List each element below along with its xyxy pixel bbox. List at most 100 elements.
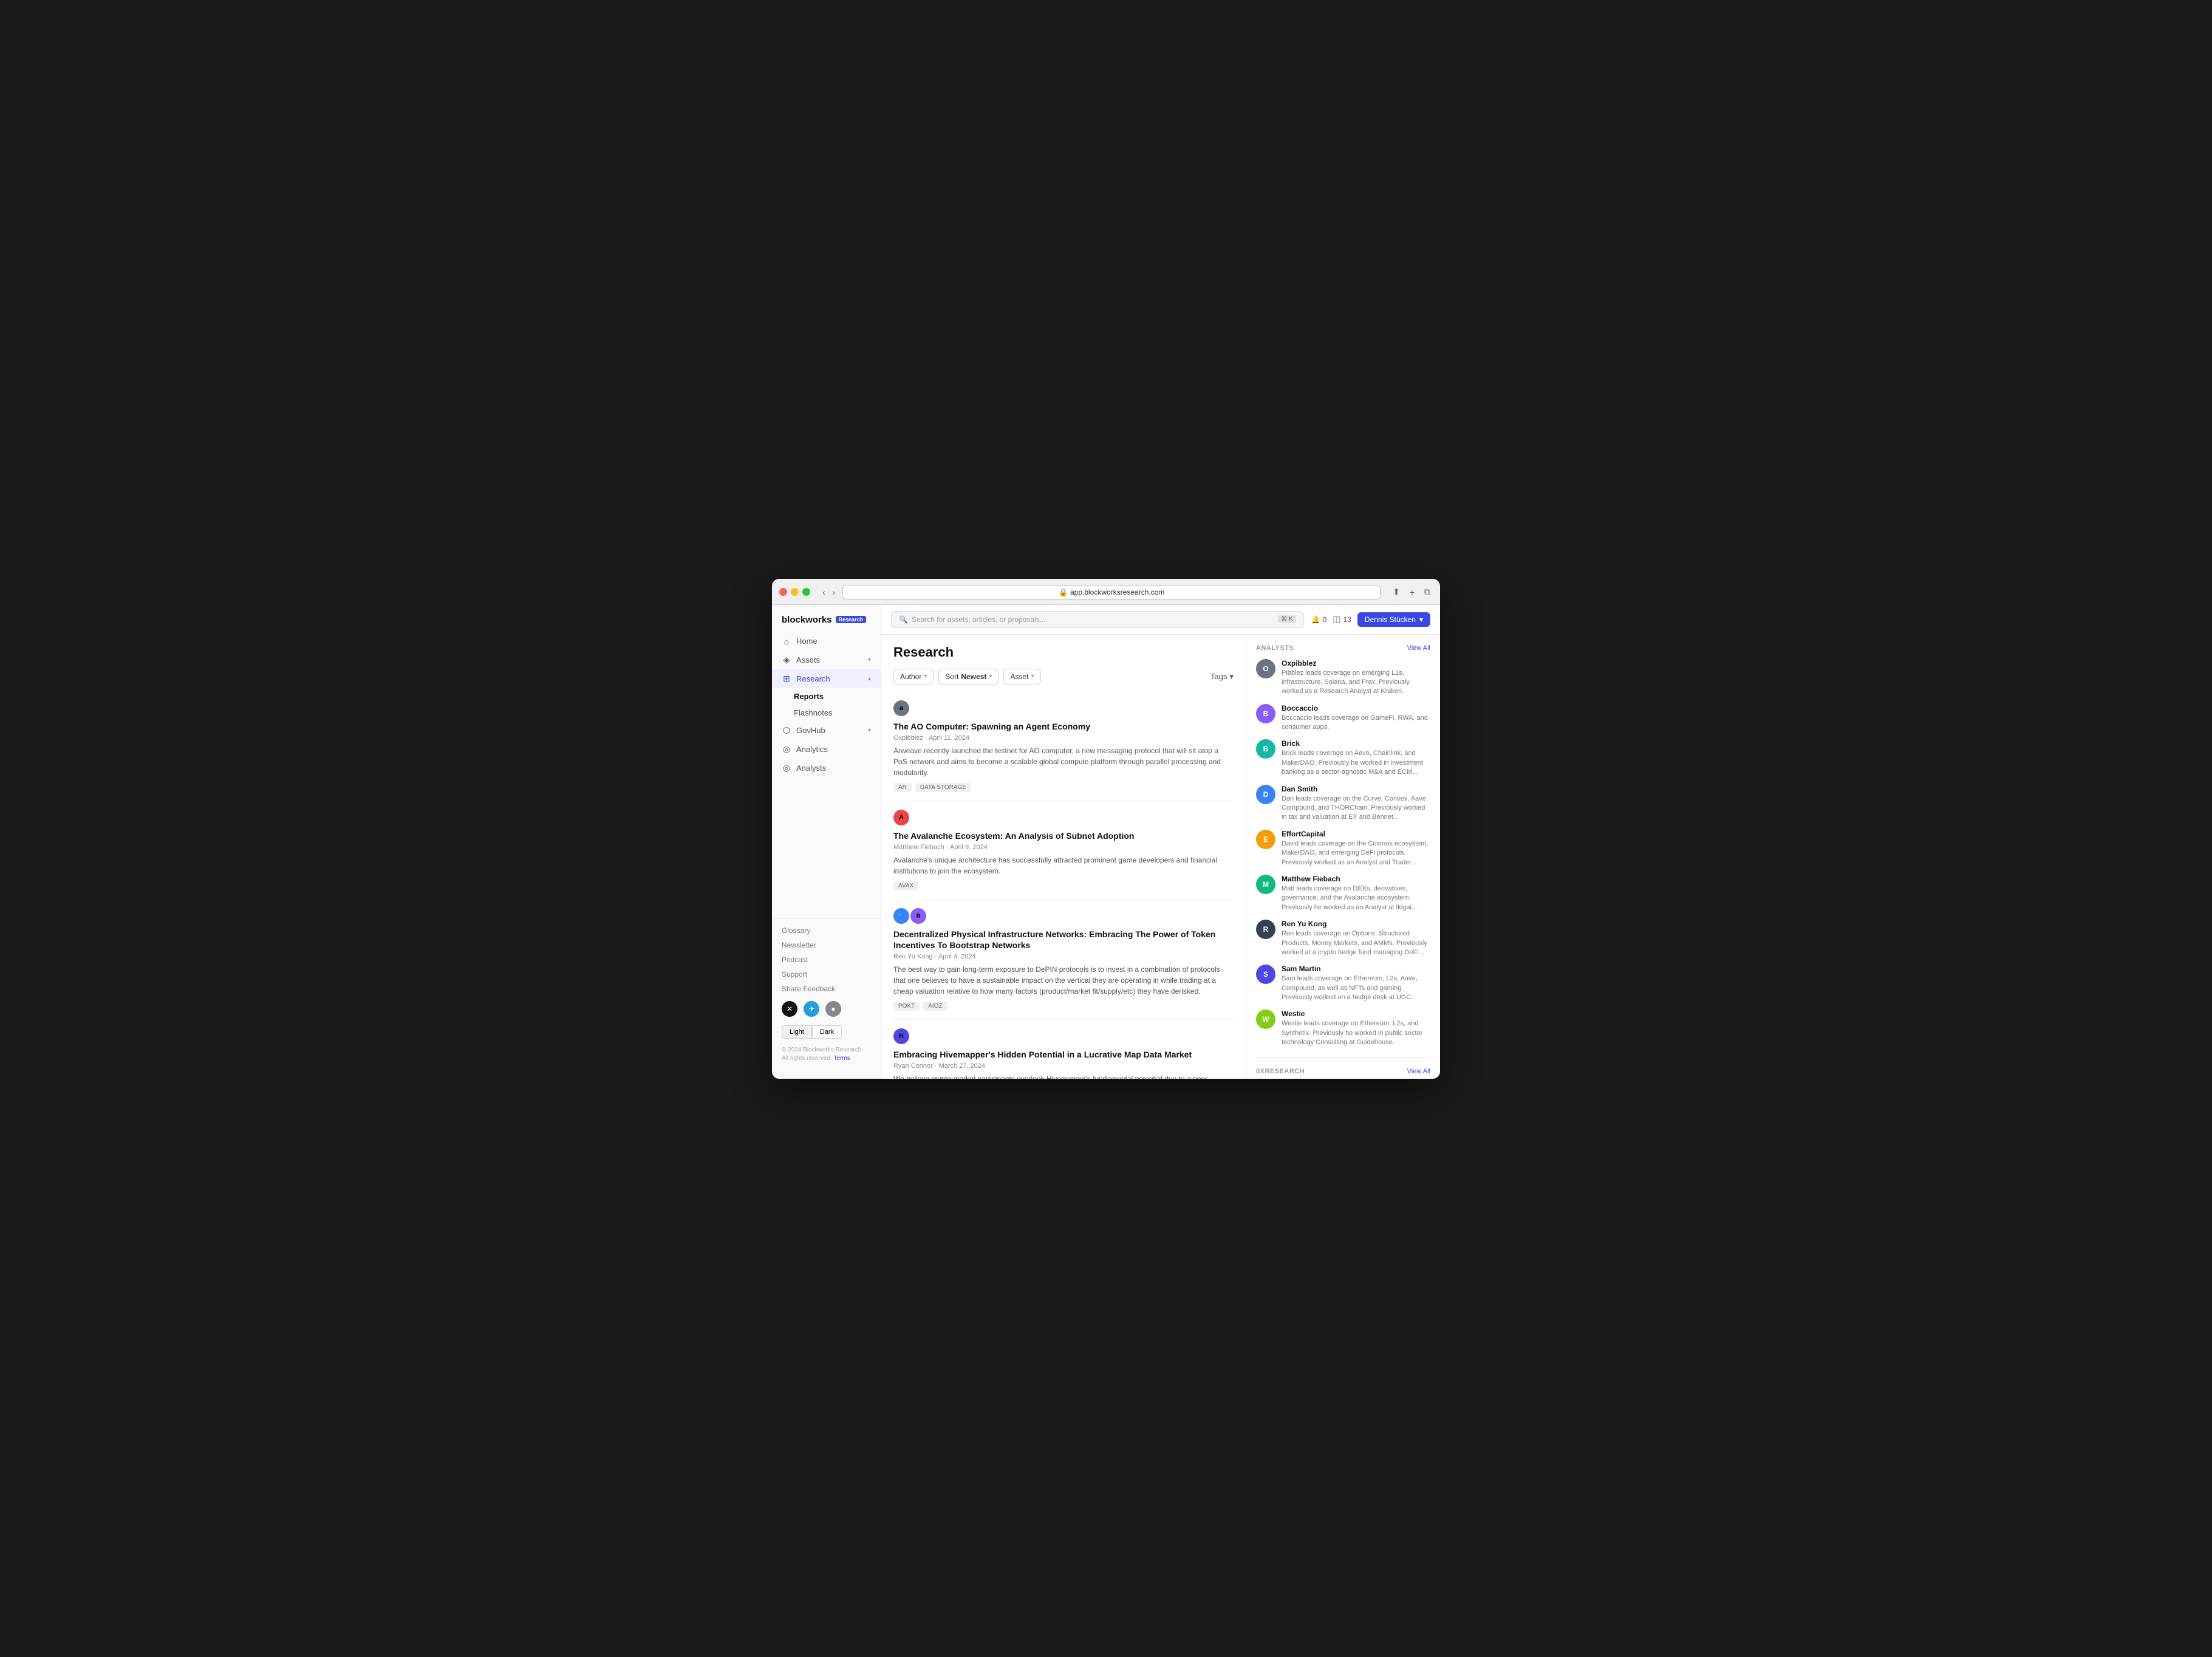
search-box[interactable]: 🔍 Search for assets, articles, or propos… — [891, 611, 1304, 628]
sort-filter-value: Newest — [961, 672, 986, 681]
sidebar-item-reports[interactable]: Reports — [772, 688, 881, 705]
tabs-button[interactable]: ⧉ — [1422, 586, 1433, 598]
forward-button[interactable]: › — [830, 586, 838, 598]
close-button[interactable] — [779, 588, 787, 596]
article-3-meta: Ren Yu Kong · April 4, 2024 — [893, 953, 1234, 960]
analyst-avatar-5: M — [1256, 875, 1275, 894]
bell-icon: 🔔 — [1311, 615, 1320, 624]
analyst-item-2: B Brick Brick leads coverage on Aevo, Ch… — [1256, 739, 1430, 777]
user-name: Dennis Stücken — [1365, 615, 1416, 624]
tags-arrow-icon: ▾ — [1229, 672, 1234, 682]
analyst-name-8[interactable]: Westie — [1282, 1010, 1430, 1018]
oxresearch-section-title: 0XRESEARCH — [1256, 1068, 1305, 1075]
new-tab-button[interactable]: + — [1407, 586, 1417, 598]
article-3-desc: The best way to gain long-term exposure … — [893, 964, 1234, 997]
analyst-avatar-7: S — [1256, 965, 1275, 984]
maximize-button[interactable] — [802, 588, 810, 596]
article-2-meta: Matthew Fiebach · April 9, 2024 — [893, 844, 1234, 851]
notifications-count: 0 — [1323, 615, 1327, 624]
terms-link[interactable]: Terms — [833, 1055, 850, 1062]
sort-filter-label: Sort — [945, 672, 958, 681]
tag-avax-2[interactable]: AVAX — [893, 881, 918, 890]
sidebar-share-feedback[interactable]: Share Feedback — [772, 982, 881, 996]
assets-chevron: ▾ — [868, 657, 871, 663]
analyst-name-6[interactable]: Ren Yu Kong — [1282, 920, 1430, 928]
sidebar-item-assets[interactable]: ◈ Assets ▾ — [772, 651, 881, 669]
analyst-avatar-1: B — [1256, 704, 1275, 723]
analyst-item-5: M Matthew Fiebach Matt leads coverage on… — [1256, 875, 1430, 912]
author-filter[interactable]: Author ▾ — [893, 669, 934, 685]
sidebar-newsletter[interactable]: Newsletter — [772, 938, 881, 952]
sort-filter-arrow: ▾ — [989, 673, 992, 680]
article-card-4: H Embracing Hivemapper's Hidden Potentia… — [893, 1020, 1234, 1078]
analyst-desc-1: Boccaccio leads coverage on GameFi, RWA,… — [1282, 714, 1430, 733]
top-bar: 🔍 Search for assets, articles, or propos… — [881, 605, 1440, 635]
analyst-item-3: D Dan Smith Dan leads coverage on the Cu… — [1256, 785, 1430, 822]
telegram-icon[interactable]: ✈ — [804, 1001, 819, 1017]
sidebar-item-research[interactable]: ⊞ Research ▴ — [772, 669, 881, 688]
tag-ar[interactable]: AR — [893, 783, 912, 792]
tags-button[interactable]: Tags ▾ — [1210, 672, 1234, 682]
sort-filter[interactable]: Sort Newest ▾ — [938, 669, 998, 685]
sidebar-item-analysts[interactable]: ◎ Analysts — [772, 759, 881, 777]
article-1-avatar: a — [893, 700, 909, 716]
social-links: ✕ ✈ ● — [772, 996, 881, 1022]
article-card-3: 🔷 R Decentralized Physical Infrastructur… — [893, 900, 1234, 1020]
credits-count: 13 — [1343, 615, 1351, 624]
sidebar-item-analytics[interactable]: ◎ Analytics — [772, 740, 881, 759]
analyst-desc-6: Ren leads coverage on Options, Structure… — [1282, 929, 1430, 957]
analyst-item-0: O Oxpibblez Pibblez leads coverage on em… — [1256, 659, 1430, 697]
article-4-avatar: H — [893, 1028, 909, 1044]
analyst-item-1: B Boccaccio Boccaccio leads coverage on … — [1256, 704, 1430, 733]
analyst-name-4[interactable]: EffortCapital — [1282, 830, 1430, 838]
analyst-avatar-2: B — [1256, 739, 1275, 759]
tag-aioz[interactable]: AIOZ — [923, 1002, 947, 1011]
back-button[interactable]: ‹ — [820, 586, 828, 598]
article-1-title[interactable]: The AO Computer: Spawning an Agent Econo… — [893, 721, 1234, 732]
theme-dark-button[interactable]: Dark — [812, 1025, 842, 1039]
oxresearch-view-all-button[interactable]: View All — [1407, 1068, 1430, 1075]
asset-filter[interactable]: Asset ▾ — [1003, 669, 1040, 685]
article-card-1: a The AO Computer: Spawning an Agent Eco… — [893, 692, 1234, 801]
sidebar-podcast[interactable]: Podcast — [772, 952, 881, 967]
article-3-avatar: 🔷 — [893, 908, 909, 924]
analyst-item-7: S Sam Martin Sam leads coverage on Ether… — [1256, 965, 1430, 1002]
nav-reports-label: Reports — [794, 692, 824, 701]
minimize-button[interactable] — [791, 588, 799, 596]
article-4-title[interactable]: Embracing Hivemapper's Hidden Potential … — [893, 1049, 1234, 1060]
article-3-tags: POKT AIOZ — [893, 1002, 1234, 1011]
sidebar-item-govhub[interactable]: ⬡ GovHub ▾ — [772, 721, 881, 740]
theme-light-button[interactable]: Light — [782, 1025, 812, 1039]
tag-pokt[interactable]: POKT — [893, 1002, 920, 1011]
analyst-name-1[interactable]: Boccaccio — [1282, 704, 1430, 712]
sidebar-item-flashnotes[interactable]: Flashnotes — [772, 705, 881, 721]
twitter-icon[interactable]: ✕ — [782, 1001, 797, 1017]
article-3-title[interactable]: Decentralized Physical Infrastructure Ne… — [893, 929, 1234, 951]
sidebar-item-home[interactable]: ⌂ Home — [772, 632, 881, 651]
filter-bar: Author ▾ Sort Newest ▾ Asset ▾ — [893, 669, 1234, 685]
credits-button[interactable]: ◫ 13 — [1333, 614, 1351, 624]
article-4-desc: We believe crypto market participants ov… — [893, 1073, 1234, 1078]
analyst-name-0[interactable]: Oxpibblez — [1282, 659, 1430, 668]
article-2-title[interactable]: The Avalanche Ecosystem: An Analysis of … — [893, 830, 1234, 841]
sidebar-support[interactable]: Support — [772, 967, 881, 982]
other-social-icon[interactable]: ● — [825, 1001, 841, 1017]
user-menu-button[interactable]: Dennis Stücken ▾ — [1357, 612, 1430, 627]
article-1-desc: Arweave recently launched the testnet fo… — [893, 745, 1234, 778]
logo-text: blockworks — [782, 615, 832, 625]
analyst-name-2[interactable]: Brick — [1282, 739, 1430, 748]
analysts-section-header: ANALYSTS View All — [1256, 644, 1430, 652]
notifications-button[interactable]: 🔔 0 — [1311, 615, 1327, 624]
author-filter-label: Author — [900, 672, 921, 681]
sidebar-glossary[interactable]: Glossary — [772, 923, 881, 938]
share-button[interactable]: ⬆ — [1390, 586, 1402, 598]
analyst-desc-4: David leads coverage on the Cosmos ecosy… — [1282, 839, 1430, 867]
analysts-view-all-button[interactable]: View All — [1407, 644, 1430, 652]
analyst-name-5[interactable]: Matthew Fiebach — [1282, 875, 1430, 883]
analyst-name-3[interactable]: Dan Smith — [1282, 785, 1430, 793]
theme-toggle: Light Dark — [772, 1022, 881, 1042]
page-title: Research — [893, 644, 1234, 660]
tag-data-storage[interactable]: DATA STORAGE — [915, 783, 971, 792]
analyst-name-7[interactable]: Sam Martin — [1282, 965, 1430, 973]
address-bar[interactable]: 🔒 app.blockworksresearch.com — [842, 585, 1381, 600]
